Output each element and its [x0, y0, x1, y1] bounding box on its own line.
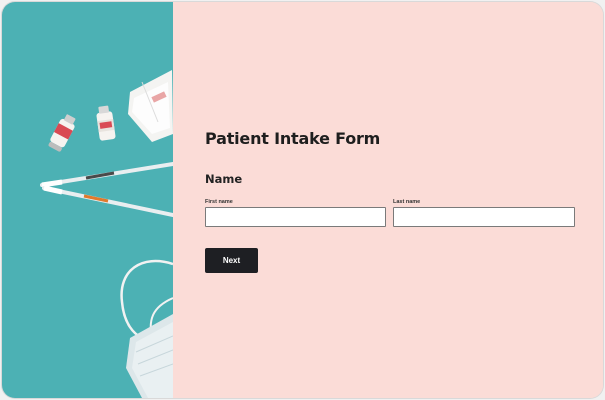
- next-button[interactable]: Next: [205, 248, 258, 273]
- first-name-input[interactable]: [205, 207, 386, 227]
- last-name-input[interactable]: [393, 207, 575, 227]
- syringe-lower: [42, 185, 173, 217]
- gauze-pad: [128, 70, 173, 142]
- vial-left: [48, 114, 76, 152]
- first-name-label: First name: [205, 199, 233, 205]
- last-name-label: Last name: [393, 199, 421, 205]
- vial-right: [96, 105, 116, 141]
- medical-supplies-photo: [2, 2, 173, 398]
- name-section-title: Name: [205, 172, 243, 186]
- form-window: Patient Intake Form Name First name Last…: [2, 2, 603, 398]
- face-mask: [120, 259, 173, 398]
- form-panel: Patient Intake Form Name First name Last…: [173, 2, 603, 398]
- syringe-upper: [40, 162, 173, 188]
- medical-supplies-illustration: [40, 70, 173, 398]
- form-title: Patient Intake Form: [205, 129, 381, 148]
